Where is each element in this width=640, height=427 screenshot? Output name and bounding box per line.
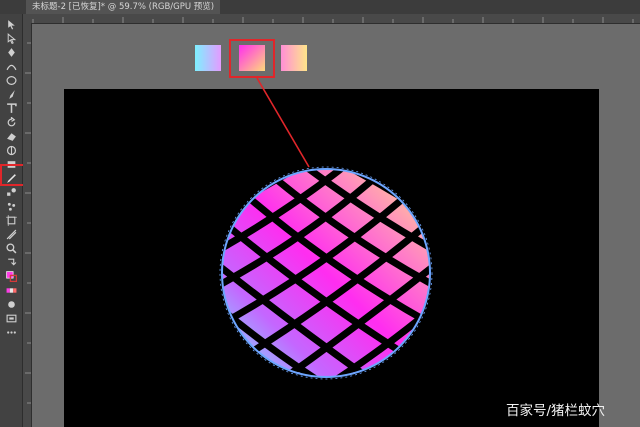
gradient-sphere[interactable] — [219, 166, 433, 380]
watermark-text: 百家号/猪栏蚊穴 — [506, 403, 606, 419]
